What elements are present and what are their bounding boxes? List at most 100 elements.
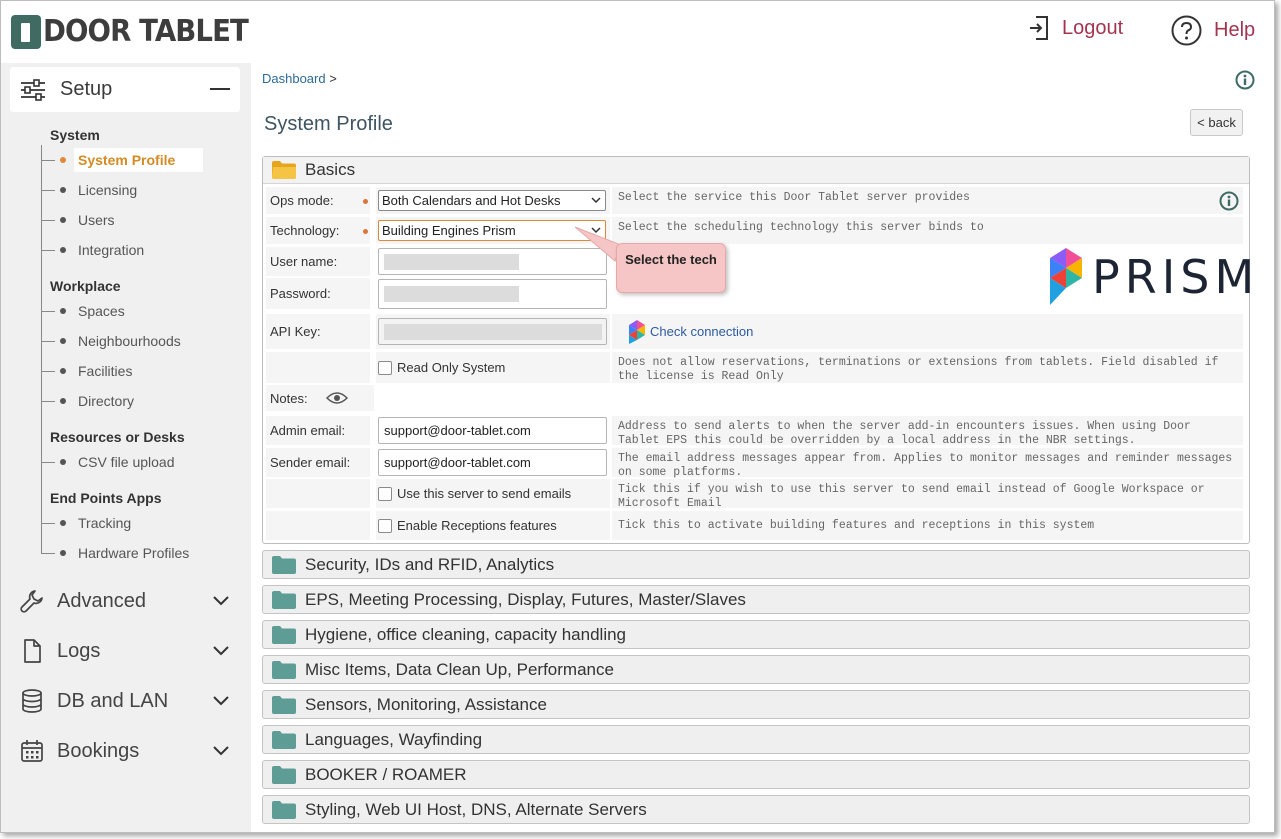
password-input[interactable] [378, 279, 607, 309]
accordion-eps[interactable]: EPS, Meeting Processing, Display, Future… [262, 585, 1250, 614]
receptions-row: Enable Receptions features Tick this to … [266, 511, 1243, 540]
section-title-system: System [50, 127, 100, 143]
admin-email-input[interactable]: support@door-tablet.com [378, 417, 607, 444]
ops-mode-row: Ops mode: Both Calendars and Hot Desks S… [266, 187, 1243, 214]
receptions-label: Enable Receptions features [397, 518, 557, 533]
admin-email-label: Admin email: [266, 416, 370, 445]
wrench-icon [20, 590, 43, 613]
nav-bookings[interactable]: Bookings [19, 731, 239, 771]
sidebar-item-facilities[interactable]: Facilities [41, 359, 132, 383]
accordion-booker[interactable]: BOOKER / ROAMER [262, 760, 1250, 789]
api-key-row: API Key: Check connection [266, 314, 1243, 349]
sidebar-item-csv-upload[interactable]: CSV file upload [41, 450, 175, 474]
folder-open-icon [272, 161, 296, 179]
folder-icon [272, 555, 296, 574]
callout-tooltip: Select the tech [616, 243, 726, 293]
accordion-security[interactable]: Security, IDs and RFID, Analytics [262, 550, 1250, 579]
sidebar-item-tracking[interactable]: Tracking [41, 511, 131, 535]
sidebar-item-neighbourhoods[interactable]: Neighbourhoods [41, 329, 181, 353]
file-icon [24, 639, 41, 663]
eye-icon[interactable] [325, 391, 348, 405]
section-title-workplace: Workplace [50, 278, 121, 294]
nav-advanced[interactable]: Advanced [19, 581, 239, 621]
redacted-value [384, 286, 519, 302]
sliders-icon [21, 78, 45, 101]
basics-header[interactable]: Basics [263, 157, 1249, 184]
technology-help: Select the scheduling technology this se… [612, 217, 1243, 244]
read-only-checkbox[interactable] [378, 361, 392, 375]
setup-nav[interactable]: Setup [10, 67, 240, 112]
sender-email-row: Sender email: support@door-tablet.com Th… [266, 448, 1243, 479]
accordion-styling[interactable]: Styling, Web UI Host, DNS, Alternate Ser… [262, 795, 1250, 824]
ops-mode-select[interactable]: Both Calendars and Hot Desks [378, 190, 606, 211]
setup-label: Setup [60, 78, 113, 100]
main-content: Dashboard > System Profile < back Basics… [251, 63, 1274, 832]
nav-logs[interactable]: Logs [19, 631, 239, 671]
api-key-input[interactable] [378, 318, 607, 345]
receptions-help: Tick this to activate building features … [612, 511, 1243, 540]
send-emails-label: Use this server to send emails [397, 486, 572, 501]
breadcrumb-separator: > [329, 71, 337, 86]
folder-icon [272, 800, 296, 819]
accordion-sensors[interactable]: Sensors, Monitoring, Assistance [262, 690, 1250, 719]
logout-label: Logout [1062, 16, 1124, 39]
breadcrumb: Dashboard > [262, 71, 337, 86]
info-icon[interactable] [1235, 70, 1255, 90]
receptions-checkbox[interactable] [378, 519, 392, 533]
redacted-value [384, 324, 602, 340]
prism-logo-icon [1050, 248, 1082, 305]
folder-icon [272, 590, 296, 609]
info-icon[interactable] [1219, 191, 1239, 211]
sidebar-item-directory[interactable]: Directory [41, 389, 134, 413]
calendar-icon [21, 740, 43, 762]
ops-mode-label: Ops mode: [266, 187, 370, 214]
folder-icon [272, 625, 296, 644]
sidebar-item-licensing[interactable]: Licensing [41, 178, 137, 202]
logo-icon [11, 15, 41, 49]
chevron-down-icon [213, 596, 229, 606]
check-connection-link[interactable]: Check connection [612, 314, 1243, 349]
folder-icon [272, 660, 296, 679]
username-label: User name: [266, 247, 370, 276]
app-window: DOOR TABLET Logout Help Setup System Sys… [0, 0, 1275, 833]
sidebar-item-system-profile[interactable]: System Profile [41, 148, 204, 172]
sidebar-item-spaces[interactable]: Spaces [41, 299, 125, 323]
accordion-misc[interactable]: Misc Items, Data Clean Up, Performance [262, 655, 1250, 684]
accordion-languages[interactable]: Languages, Wayfinding [262, 725, 1250, 754]
chevron-down-icon [213, 646, 229, 656]
api-key-label: API Key: [266, 314, 370, 349]
required-indicator [363, 228, 368, 234]
accordion-hygiene[interactable]: Hygiene, office cleaning, capacity handl… [262, 620, 1250, 649]
logout-link[interactable]: Logout [1028, 15, 1123, 41]
nav-db-and-lan[interactable]: DB and LAN [19, 681, 239, 721]
sidebar-item-integration[interactable]: Integration [41, 238, 144, 262]
folder-icon [272, 730, 296, 749]
prism-logo: PRISM [1048, 247, 1259, 307]
chevron-down-icon [591, 197, 601, 204]
notes-row: Notes: [266, 385, 1243, 411]
top-header: DOOR TABLET Logout Help [1, 1, 1274, 63]
sidebar-item-users[interactable]: Users [41, 208, 115, 232]
ops-mode-help: Select the service this Door Tablet serv… [612, 187, 1243, 214]
technology-row: Technology: Building Engines Prism Selec… [266, 217, 1243, 244]
section-title-endpoints: End Points Apps [50, 490, 162, 506]
collapse-icon[interactable] [210, 88, 230, 90]
send-emails-checkbox[interactable] [378, 487, 392, 501]
sender-email-help: The email address messages appear from. … [612, 448, 1243, 479]
admin-email-row: Admin email: support@door-tablet.com Add… [266, 416, 1243, 447]
help-icon [1171, 15, 1202, 46]
logo-text: DOOR TABLET [43, 14, 249, 49]
help-label: Help [1214, 19, 1256, 41]
notes-label: Notes: [270, 390, 308, 406]
logout-icon [1030, 16, 1048, 40]
breadcrumb-dashboard[interactable]: Dashboard [262, 71, 326, 86]
sender-email-input[interactable]: support@door-tablet.com [378, 449, 607, 476]
back-button[interactable]: < back [1190, 109, 1243, 136]
sidebar-item-hardware-profiles[interactable]: Hardware Profiles [41, 541, 189, 565]
send-emails-row: Use this server to send emails Tick this… [266, 479, 1243, 510]
required-indicator [363, 198, 368, 204]
help-link[interactable]: Help [1171, 15, 1255, 46]
chevron-down-icon [213, 696, 229, 706]
folder-icon [272, 695, 296, 714]
sidebar: Setup System System Profile Licensing Us… [1, 63, 251, 832]
